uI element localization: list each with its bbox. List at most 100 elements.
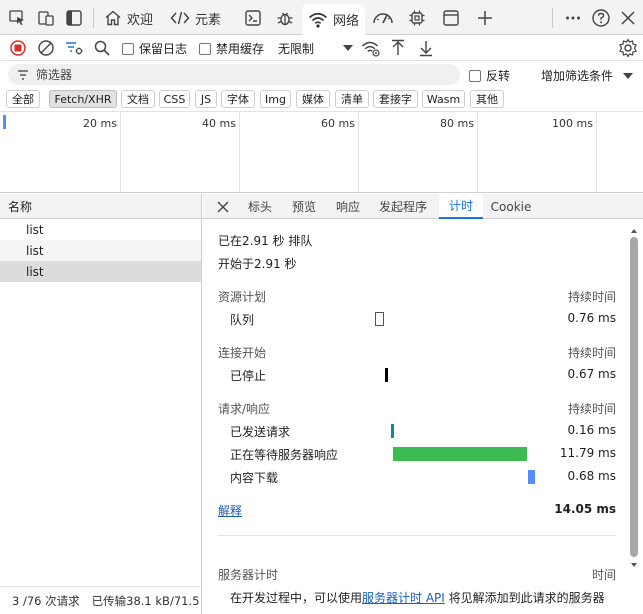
tab-sources[interactable] xyxy=(270,4,300,32)
tab-cookies[interactable]: Cookie xyxy=(487,194,535,219)
inspect-element-icon[interactable] xyxy=(6,7,28,29)
network-toolbar: 保留日志 禁用缓存 无限制 xyxy=(0,35,643,61)
filter-funnel-icon xyxy=(18,69,28,80)
timeline-overview[interactable]: 20 ms 40 ms 60 ms 80 ms 100 ms xyxy=(0,111,643,193)
detail-tab-bar: 标头 预览 响应 发起程序 计时 Cookie xyxy=(203,194,643,219)
tick-label: 60 ms xyxy=(321,117,355,130)
request-row[interactable]: list xyxy=(0,219,201,240)
timing-row-label: 已停止 xyxy=(230,369,267,383)
chip-icon xyxy=(409,10,425,26)
tab-headers[interactable]: 标头 xyxy=(241,194,279,219)
invert-label: 反转 xyxy=(486,69,511,83)
chip-wasm[interactable]: Wasm xyxy=(422,90,465,108)
timing-row-label: 已发送请求 xyxy=(230,425,291,439)
total-duration: 14.05 ms xyxy=(554,502,616,516)
export-har-icon[interactable] xyxy=(416,38,436,58)
record-stop-icon[interactable] xyxy=(8,38,28,58)
chip-socket[interactable]: 套接字 xyxy=(373,90,418,108)
divider xyxy=(552,8,553,28)
clear-icon[interactable] xyxy=(36,38,56,58)
name-column-label: 名称 xyxy=(8,199,33,214)
tab-preview[interactable]: 预览 xyxy=(285,194,323,219)
console-icon xyxy=(245,10,261,26)
disable-cache-checkbox[interactable]: 禁用缓存 xyxy=(199,40,264,57)
tab-application[interactable] xyxy=(436,4,466,32)
filter-settings-icon[interactable] xyxy=(64,38,84,58)
chip-other[interactable]: 其他 xyxy=(470,90,504,108)
tab-initiator[interactable]: 发起程序 xyxy=(373,194,433,219)
timing-row-label: 内容下载 xyxy=(230,471,279,485)
network-conditions-icon[interactable] xyxy=(361,38,381,58)
server-timing-text: 在开发过程中，可以使用 xyxy=(230,591,363,605)
tick-label: 80 ms xyxy=(440,117,474,130)
timing-row-value: 0.67 ms xyxy=(567,367,616,381)
bug-icon xyxy=(277,12,293,26)
device-emulation-icon[interactable] xyxy=(35,7,57,29)
timing-row-value: 0.16 ms xyxy=(567,423,616,437)
throttling-select[interactable]: 无限制 xyxy=(278,40,314,57)
divider xyxy=(218,535,616,536)
request-detail-panel: 标头 预览 响应 发起程序 计时 Cookie 已在2.91 秒 排队 开始于2… xyxy=(203,194,643,614)
dropdown-arrow-icon[interactable] xyxy=(338,38,358,58)
scrollbar[interactable] xyxy=(630,227,638,567)
chip-img[interactable]: Img xyxy=(260,90,291,108)
more-options-icon[interactable] xyxy=(562,7,584,29)
close-devtools-icon[interactable] xyxy=(617,7,639,29)
more-filters-dropdown[interactable]: 增加筛选条件 xyxy=(541,67,634,84)
timing-row-value: 0.76 ms xyxy=(567,311,616,325)
tab-welcome[interactable]: 欢迎 xyxy=(98,4,159,32)
tab-memory[interactable] xyxy=(402,4,432,32)
tab-response[interactable]: 响应 xyxy=(329,194,367,219)
tab-network[interactable]: 网络 xyxy=(302,4,366,35)
request-name: list xyxy=(26,222,44,237)
scroll-up-icon[interactable] xyxy=(630,227,638,235)
timing-view: 已在2.91 秒 排队 开始于2.91 秒 资源计划 持续时间 队列 0.76 … xyxy=(203,219,627,614)
chip-doc[interactable]: 文档 xyxy=(121,90,155,108)
chip-font[interactable]: 字体 xyxy=(221,90,255,108)
tab-elements[interactable]: 元素 xyxy=(164,4,227,32)
gridline xyxy=(120,112,121,192)
chip-fetch-xhr[interactable]: Fetch/XHR xyxy=(49,90,117,108)
name-column-header[interactable]: 名称 xyxy=(0,194,201,219)
search-icon[interactable] xyxy=(92,38,112,58)
close-detail-icon[interactable] xyxy=(213,194,233,219)
chip-all[interactable]: 全部 xyxy=(6,90,40,108)
network-settings-gear-icon[interactable] xyxy=(618,38,638,58)
request-count: 3 /76 次请求 xyxy=(12,593,80,608)
help-icon[interactable] xyxy=(590,7,612,29)
scrollbar-thumb[interactable] xyxy=(630,237,638,557)
timing-bar-waiting xyxy=(392,447,527,461)
more-filters-label: 增加筛选条件 xyxy=(541,69,614,83)
request-list: 名称 list list list 3 /76 次请求 已传输38.1 kB/7… xyxy=(0,194,202,614)
scroll-down-icon[interactable] xyxy=(630,561,638,569)
chip-css[interactable]: CSS xyxy=(159,90,190,108)
server-timing-title: 服务器计时 xyxy=(218,568,279,582)
gridline xyxy=(358,112,359,192)
tab-console[interactable] xyxy=(238,4,268,32)
tab-performance[interactable] xyxy=(366,4,400,32)
checkbox-box[interactable] xyxy=(469,69,481,82)
section-title: 连接开始 xyxy=(218,346,267,360)
chip-media[interactable]: 媒体 xyxy=(296,90,330,108)
import-har-icon[interactable] xyxy=(388,38,408,58)
filter-input[interactable]: 筛选器 xyxy=(8,64,460,85)
request-row-selected[interactable]: list xyxy=(0,261,201,282)
explain-link[interactable]: 解释 xyxy=(218,502,242,519)
tab-timing[interactable]: 计时 xyxy=(439,194,483,219)
server-timing-hint: 在开发过程中，可以使用服务器计时 API 将见解添加到此请求的服务器 xyxy=(230,589,620,606)
gridline xyxy=(239,112,240,192)
request-row[interactable]: list xyxy=(0,240,201,261)
devtools-tab-bar: 欢迎 元素 网络 xyxy=(0,0,643,35)
chip-js[interactable]: JS xyxy=(195,90,217,108)
checkbox-box[interactable] xyxy=(199,42,211,55)
add-tab-button[interactable] xyxy=(470,4,500,32)
dock-sidebar-icon[interactable] xyxy=(63,7,85,29)
preserve-log-label: 保留日志 xyxy=(139,42,188,56)
tick-label: 100 ms xyxy=(552,117,593,130)
checkbox-box[interactable] xyxy=(122,42,134,55)
preserve-log-checkbox[interactable]: 保留日志 xyxy=(122,40,187,57)
gridline xyxy=(596,112,597,192)
invert-checkbox[interactable]: 反转 xyxy=(469,67,510,84)
server-timing-api-link[interactable]: 服务器计时 API xyxy=(362,591,445,605)
chip-manifest[interactable]: 清单 xyxy=(335,90,369,108)
